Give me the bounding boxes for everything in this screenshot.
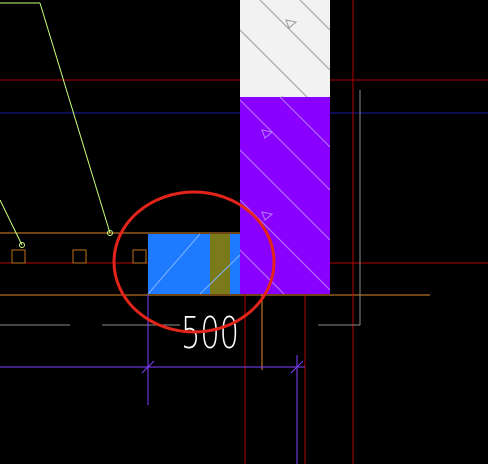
cad-drawing-svg[interactable]: 500 [0,0,488,464]
cad-drawing-canvas[interactable]: 500 [0,0,488,464]
dimension-text[interactable]: 500 [181,308,239,359]
leader-line-1 [39,2,111,234]
blue-strip-block[interactable] [230,234,240,294]
square-marker-icon [72,249,87,264]
blue-beam-block[interactable] [148,234,210,294]
white-wall-block[interactable] [240,0,330,97]
olive-beam-block[interactable] [210,234,230,294]
square-marker-icon [11,249,26,264]
square-marker-icon [132,249,147,264]
leader-line-2 [0,199,23,246]
